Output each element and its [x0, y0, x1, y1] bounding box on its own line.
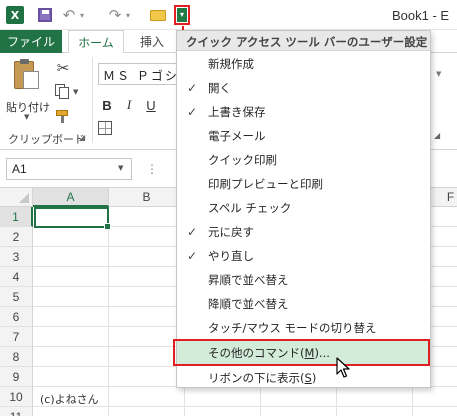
row-header[interactable]: 3	[0, 247, 33, 267]
row-header[interactable]: 10	[0, 387, 33, 407]
gridline	[108, 207, 109, 416]
menu-item-label: リボンの下に表示(S)	[208, 371, 317, 385]
chevron-down-icon: ▼	[24, 113, 30, 121]
menu-item-label: 元に戻す	[208, 225, 254, 239]
menu-item-label: 新規作成	[208, 57, 254, 71]
menu-item-label: やり直し	[208, 249, 254, 263]
checkmark-icon: ✓	[186, 81, 198, 95]
row-header[interactable]: 6	[0, 307, 33, 327]
menu-item[interactable]: 降順で並べ替え	[177, 292, 430, 316]
checkmark-icon: ✓	[186, 105, 198, 119]
menu-item[interactable]: 印刷プレビューと印刷	[177, 172, 430, 196]
formula-bar-grip-icon[interactable]: ⋮	[146, 162, 158, 176]
menu-item[interactable]: 電子メール	[177, 124, 430, 148]
menu-item-label: タッチ/マウス モードの切り替え	[208, 321, 377, 335]
menu-item[interactable]: ✓ 元に戻す	[177, 220, 430, 244]
menu-item-show-below-ribbon[interactable]: リボンの下に表示(S)	[177, 366, 430, 390]
select-all-button[interactable]	[0, 188, 33, 207]
window-title: Book1 - E	[392, 8, 450, 23]
column-header[interactable]: A	[33, 188, 109, 207]
italic-button[interactable]: I	[120, 95, 138, 115]
clipboard-icon	[14, 59, 39, 89]
mouse-cursor-icon	[336, 357, 350, 378]
menu-item-label: 電子メール	[208, 129, 266, 143]
name-box[interactable]: A1	[6, 158, 132, 180]
row-header[interactable]: 8	[0, 347, 33, 367]
menu-item-label: 開く	[208, 81, 231, 95]
menu-item-label: 印刷プレビューと印刷	[208, 177, 323, 191]
column-header[interactable]: B	[109, 188, 185, 207]
menu-item-label: 上書き保存	[208, 105, 266, 119]
format-painter-icon[interactable]	[54, 107, 72, 123]
scissors-icon[interactable]: ✂	[54, 59, 72, 77]
title-bar: X ↶ ▾ ↷ ▾ ▾ Book1 - E	[0, 0, 457, 30]
menu-item-label: 降順で並べ替え	[208, 297, 289, 311]
menu-header: クイック アクセス ツール バーのユーザー設定	[177, 31, 430, 51]
checkmark-icon: ✓	[186, 249, 198, 263]
open-folder-icon[interactable]	[147, 4, 169, 26]
menu-item-label: スペル チェック	[208, 201, 292, 215]
row-header[interactable]: 7	[0, 327, 33, 347]
group-divider	[92, 57, 93, 143]
checkmark-icon: ✓	[186, 225, 198, 239]
menu-item-label: クイック印刷	[208, 153, 277, 167]
redo-dropdown-icon[interactable]: ▾	[122, 4, 134, 26]
clipboard-group-label: クリップボード	[8, 133, 85, 146]
row-header[interactable]: 5	[0, 287, 33, 307]
excel-logo-icon: X	[6, 6, 24, 24]
menu-item[interactable]: タッチ/マウス モードの切り替え	[177, 316, 430, 340]
menu-item[interactable]: 新規作成	[177, 52, 430, 76]
copy-dropdown-icon[interactable]: ▼	[73, 88, 78, 96]
tab-insert[interactable]: 挿入	[132, 30, 172, 53]
row-header[interactable]: 11	[0, 407, 33, 416]
copy-icon[interactable]	[54, 83, 72, 101]
bold-button[interactable]: B	[98, 95, 116, 115]
row-header[interactable]: 4	[0, 267, 33, 287]
menu-item[interactable]: 昇順で並べ替え	[177, 268, 430, 292]
menu-item[interactable]: スペル チェック	[177, 196, 430, 220]
selected-cell-a1[interactable]	[34, 207, 111, 230]
underline-button[interactable]: U	[142, 95, 160, 115]
paste-button[interactable]: 貼り付け ▼	[6, 59, 50, 121]
row-header[interactable]: 9	[0, 367, 33, 387]
dialog-launcher-icon[interactable]: ◢	[79, 133, 85, 142]
menu-item[interactable]: ✓ 上書き保存	[177, 100, 430, 124]
annotation-highlight-box	[173, 339, 430, 366]
customize-quick-access-menu: クイック アクセス ツール バーのユーザー設定 新規作成 ✓ 開く ✓ 上書き保存電子メ…	[176, 30, 431, 388]
save-icon[interactable]	[34, 4, 56, 26]
borders-icon[interactable]	[98, 121, 112, 135]
row-header[interactable]: 2	[0, 227, 33, 247]
chevron-down-icon[interactable]: ▼	[436, 70, 441, 78]
chevron-down-icon[interactable]: ▼	[118, 164, 123, 172]
customize-quick-access-button[interactable]: ▾	[174, 5, 190, 25]
chevron-down-icon: ▾	[177, 8, 187, 22]
watermark-text: (c)よねさん	[40, 393, 99, 406]
undo-dropdown-icon[interactable]: ▾	[76, 4, 88, 26]
tab-file[interactable]: ファイル	[0, 30, 62, 53]
tab-home[interactable]: ホーム	[68, 30, 124, 54]
menu-item-label: 昇順で並べ替え	[208, 273, 289, 287]
menu-item[interactable]: ✓ やり直し	[177, 244, 430, 268]
row-header[interactable]: 1	[0, 207, 33, 227]
dialog-launcher-icon[interactable]: ◢	[434, 131, 440, 140]
menu-item[interactable]: クイック印刷	[177, 148, 430, 172]
menu-item[interactable]: ✓ 開く	[177, 76, 430, 100]
